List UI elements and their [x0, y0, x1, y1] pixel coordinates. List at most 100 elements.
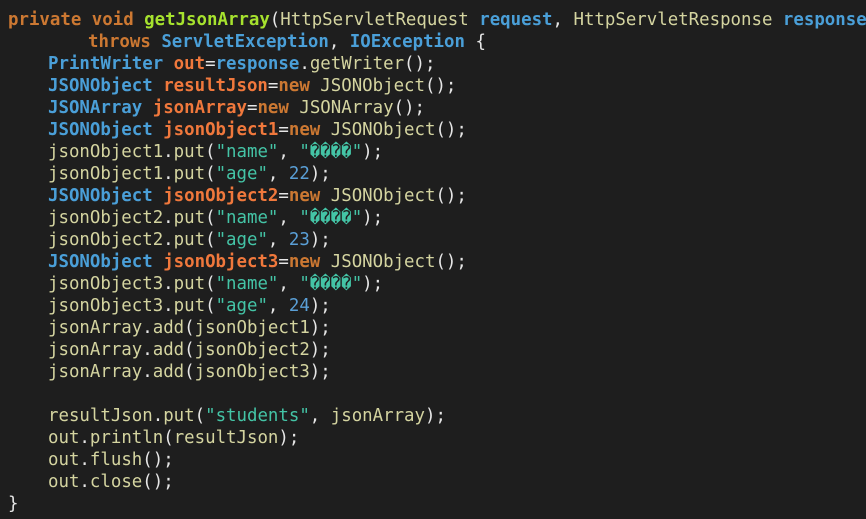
code-token-plain: jsonObject3 — [48, 296, 164, 316]
code-token-plain: close — [89, 472, 143, 492]
code-line[interactable]: jsonArray.add(jsonObject2); — [0, 339, 866, 361]
code-line[interactable]: jsonObject3.put("name", "����"); — [0, 273, 866, 295]
code-token-plain: add — [152, 318, 185, 338]
code-token-plain: put — [173, 230, 206, 250]
code-line[interactable]: jsonObject3.put("age", 24); — [0, 295, 866, 317]
code-token-punct: (); — [435, 252, 467, 272]
code-token-punct: } — [8, 494, 19, 514]
code-token-punct: , — [267, 164, 289, 184]
code-line[interactable]: jsonArray.add(jsonObject1); — [0, 317, 866, 339]
code-token-punct: , — [278, 274, 300, 294]
code-token-punct: ); — [362, 142, 384, 162]
code-token-punct: , — [278, 208, 300, 228]
code-line[interactable]: jsonObject2.put("age", 23); — [0, 229, 866, 251]
code-line[interactable]: jsonArray.add(jsonObject3); — [0, 361, 866, 383]
code-token-type: request — [479, 10, 553, 30]
code-token-plain: JSONObject — [330, 252, 436, 272]
code-token-plain: getWriter — [309, 54, 405, 74]
code-token-string: "name" — [215, 142, 279, 162]
code-token-plain: HttpServletResponse — [573, 10, 773, 30]
code-token-keyword: throws — [88, 32, 151, 52]
code-line[interactable]: out.println(resultJson); — [0, 427, 866, 449]
code-token-type: PrintWriter — [48, 54, 164, 74]
code-token-variable: jsonObject1 — [163, 120, 279, 140]
code-token-number: 23 — [288, 230, 310, 250]
code-editor[interactable]: private void getJsonArray(HttpServletReq… — [0, 0, 866, 519]
code-line[interactable]: throws ServletException, IOException { — [0, 31, 866, 53]
code-token-punct: = — [267, 76, 279, 96]
code-token-string: "age" — [215, 164, 268, 184]
code-token-punct: = — [278, 120, 289, 140]
code-token-punct: ( — [184, 362, 195, 382]
code-token-plain: put — [173, 164, 206, 184]
code-token-plain: add — [152, 362, 185, 382]
code-token-punct: ( — [184, 340, 195, 360]
code-token-punct: ); — [309, 164, 331, 184]
code-token-plain: put — [173, 274, 206, 294]
code-line[interactable]: private void getJsonArray(HttpServletReq… — [0, 9, 866, 31]
code-token-plain: jsonObject3 — [48, 274, 164, 294]
code-token-plain: jsonObject1 — [194, 318, 310, 338]
code-token-punct: , — [267, 296, 289, 316]
code-token-punct: . — [79, 450, 90, 470]
code-token-keyword: private — [8, 10, 82, 30]
code-token-punct: = — [205, 54, 216, 74]
code-line[interactable]: JSONObject resultJson=new JSONObject(); — [0, 75, 866, 97]
code-token-variable: jsonObject3 — [163, 252, 279, 272]
code-token-punct: , — [552, 10, 574, 30]
code-token-plain: jsonArray — [48, 362, 143, 382]
code-token-punct: ); — [309, 362, 331, 382]
code-token-keyword: void — [91, 10, 134, 30]
code-token-punct: . — [163, 208, 174, 228]
code-token-punct: . — [299, 54, 310, 74]
code-line[interactable]: JSONObject jsonObject2=new JSONObject(); — [0, 185, 866, 207]
code-token-punct: ( — [205, 142, 216, 162]
code-line[interactable]: JSONObject jsonObject3=new JSONObject(); — [0, 251, 866, 273]
code-token-plain: jsonObject2 — [48, 208, 164, 228]
code-line[interactable]: out.flush(); — [0, 449, 866, 471]
code-line[interactable]: jsonObject1.put("name", "����"); — [0, 141, 866, 163]
code-token-plain: jsonArray — [330, 406, 425, 426]
code-token-variable: out — [173, 54, 206, 74]
code-token-type: JSONObject — [48, 120, 153, 140]
code-token-plain: println — [89, 428, 164, 448]
code-token-type: JSONObject — [48, 252, 153, 272]
code-token-string: "age" — [215, 296, 268, 316]
code-token-punct: ); — [362, 274, 384, 294]
code-token-plain: put — [163, 406, 195, 426]
code-line[interactable]: jsonObject2.put("name", "����"); — [0, 207, 866, 229]
code-token-punct: ( — [194, 406, 206, 426]
code-token-punct: ( — [269, 10, 281, 30]
code-token-punct: ( — [163, 428, 174, 448]
code-token-plain: jsonObject1 — [48, 142, 164, 162]
code-token-punct: . — [152, 406, 164, 426]
code-token-punct: , — [309, 406, 331, 426]
code-token-type: IOException — [349, 32, 465, 52]
code-token-punct: = — [278, 186, 289, 206]
code-line[interactable]: JSONObject jsonObject1=new JSONObject(); — [0, 119, 866, 141]
code-token-number: 22 — [288, 164, 310, 184]
code-line[interactable]: resultJson.put("students", jsonArray); — [0, 405, 866, 427]
code-token-punct: . — [142, 362, 153, 382]
code-token-plain: resultJson — [48, 406, 153, 426]
code-line[interactable]: } — [0, 493, 866, 515]
code-token-string: "age" — [215, 230, 268, 250]
code-line[interactable]: out.close(); — [0, 471, 866, 493]
code-token-string: "name" — [215, 274, 279, 294]
code-line[interactable]: JSONArray jsonArray=new JSONArray(); — [0, 97, 866, 119]
code-token-punct: ); — [309, 230, 331, 250]
code-line[interactable] — [0, 383, 866, 405]
code-token-punct: (); — [404, 54, 436, 74]
code-token-plain: add — [152, 340, 185, 360]
code-token-punct: , — [278, 142, 300, 162]
code-line[interactable]: PrintWriter out=response.getWriter(); — [0, 53, 866, 75]
code-token-punct: ); — [278, 428, 300, 448]
code-line[interactable]: jsonObject1.put("age", 22); — [0, 163, 866, 185]
